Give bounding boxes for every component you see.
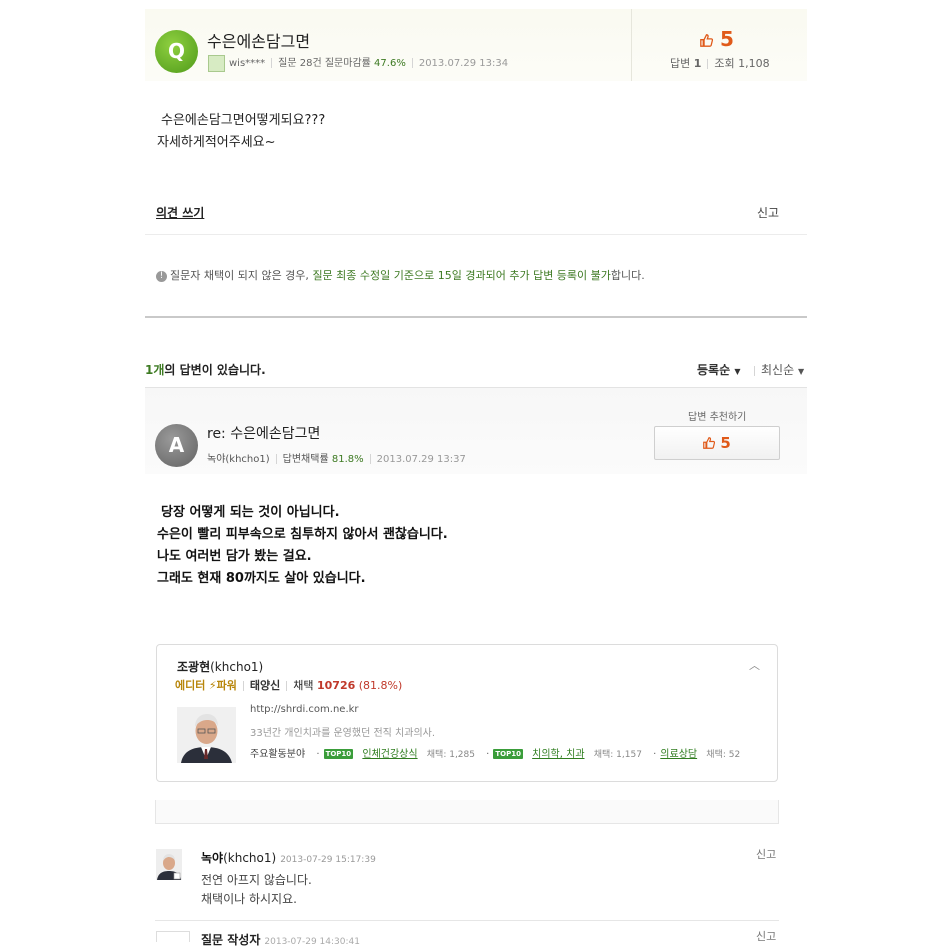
header-divider (631, 9, 632, 81)
answer-recommend-count: 5 (720, 434, 731, 452)
question-stats: 질문 28건 질문마감률 (278, 58, 371, 69)
thumbs-up-icon (703, 437, 716, 449)
comment-author-id: (khcho1) (223, 851, 277, 865)
answer-badge-icon: A (155, 424, 198, 467)
answer-meta: 녹야(khcho1) 답변채택률 81.8% 2013.07.29 13:37 (207, 450, 466, 465)
profile-description: 33년간 개인치과를 운영했던 전직 치과의사. (250, 728, 436, 739)
collapse-chevron-icon[interactable]: ︿ (749, 657, 760, 673)
profile-photo (177, 707, 236, 763)
answer-body: 당장 어떻게 되는 것이 아닙니다. 수은이 빨리 피부속으로 침투하지 않아서… (157, 502, 448, 590)
bullet: · (316, 749, 320, 760)
field-adopt: 채택: 1,157 (593, 750, 642, 760)
person-portrait-icon (177, 707, 236, 763)
notice-prefix: 질문자 채택이 되지 않은 경우, (170, 269, 309, 282)
notice-suffix: 합니다. (610, 269, 645, 282)
answer-body-line: 그래도 현재 80까지도 살아 있습니다. (157, 571, 366, 586)
notice-text: ! 질문자 채택이 되지 않은 경우, 질문 최종 수정일 기준으로 15일 경과… (156, 267, 645, 283)
question-recommend-count: 5 (719, 27, 734, 51)
info-icon: ! (156, 270, 167, 282)
top10-badge: TOP10 (493, 749, 523, 759)
answer-author[interactable]: 녹야(khcho1) (207, 454, 270, 465)
comment-line: 전연 아프지 않습니다. (201, 873, 312, 887)
section-divider (145, 316, 807, 318)
answer-adopt-rate: 81.8% (331, 454, 364, 465)
user-avatar-icon (208, 54, 225, 72)
person-portrait-icon (156, 849, 182, 880)
question-badge-icon: Q (155, 30, 198, 73)
field-link[interactable]: 치의학, 치과 (532, 749, 584, 760)
question-body-line: 수은에손담그면어떻게되요??? (161, 113, 326, 128)
comment-area (155, 800, 779, 824)
report-question-link[interactable]: 신고 (757, 204, 779, 221)
answers-count: 1 (693, 57, 702, 70)
commenter-avatar (156, 849, 182, 880)
profile-tier: 태양신 (249, 679, 281, 692)
sort-latest-label: 최신순 (761, 363, 795, 377)
views-label: 조회 (714, 57, 735, 70)
question-date: 2013.07.29 13:34 (418, 58, 509, 69)
answers-count-number: 1개 (145, 363, 165, 377)
comment-text: 전연 아프지 않습니다. 채택이나 하시지요. (201, 871, 312, 909)
divider (145, 234, 807, 235)
answers-count-heading: 1개의 답변이 있습니다. (145, 361, 266, 378)
sort-registered-label: 등록순 (697, 363, 731, 377)
answers-label: 답변 (670, 57, 691, 70)
profile-display-name: 조광현 (177, 660, 211, 674)
dropdown-arrow-icon: ▼ (797, 367, 805, 376)
power-badge: 파워 (216, 679, 237, 692)
report-comment-link[interactable]: 신고 (756, 846, 776, 862)
sort-latest-button[interactable]: 최신순 ▼ (754, 361, 805, 378)
comment-author-name: 녹야 (201, 851, 224, 865)
question-close-rate: 47.6% (374, 58, 406, 69)
profile-rank: 에디터 ⚡파워 태양신 채택 10726 (81.8%) (175, 677, 402, 693)
answer-date: 2013.07.29 13:37 (376, 454, 466, 465)
answer-adopt-label: 답변채택률 (282, 454, 329, 465)
editor-badge: 에디터 (175, 679, 206, 692)
answer-body-line: 나도 여러번 담가 봤는 걸요. (157, 549, 312, 564)
write-opinion-link[interactable]: 의견 쓰기 (156, 204, 204, 221)
field-link[interactable]: 의료상담 (660, 749, 697, 760)
comment-author[interactable]: 질문 작성자 2013-07-29 14:30:41 (201, 931, 360, 948)
notice-highlight: 질문 최종 수정일 기준으로 15일 경과되어 추가 답변 등록이 불가 (312, 269, 611, 282)
profile-adopt-label: 채택 (293, 679, 314, 692)
profile-name[interactable]: 조광현(khcho1) (177, 658, 263, 675)
field-link[interactable]: 인체건강상식 (362, 749, 417, 760)
question-body-line: 자세하게적어주세요~ (157, 135, 276, 150)
answers-count-suffix: 의 답변이 있습니다. (164, 363, 266, 377)
bullet: · (653, 749, 657, 760)
profile-fields: 주요활동분야 · TOP10 인체건강상식 채택: 1,285 · TOP10 치의… (250, 745, 740, 760)
fields-label: 주요활동분야 (250, 749, 306, 760)
profile-id: (khcho1) (210, 660, 264, 674)
question-meta: wis**** 질문 28건 질문마감률 47.6% 2013.07.29 13:3… (208, 54, 508, 72)
comment-time: 2013-07-29 15:17:39 (280, 855, 376, 865)
profile-adopt-count: 10726 (316, 679, 356, 692)
recommend-label: 답변 추천하기 (688, 412, 747, 423)
comment-author-name: 질문 작성자 (201, 933, 261, 947)
question-author[interactable]: wis**** (229, 58, 265, 69)
profile-url-link[interactable]: http://shrdi.com.ne.kr (250, 704, 359, 715)
bullet: · (486, 749, 490, 760)
answer-body-line: 당장 어떻게 되는 것이 아닙니다. (161, 505, 340, 520)
answer-title: re: 수은에손담그면 (207, 426, 321, 442)
power-icon: ⚡ (208, 679, 217, 692)
commenter-avatar (156, 931, 190, 942)
recommend-answer-button[interactable]: 5 (654, 426, 780, 460)
dropdown-arrow-icon: ▼ (734, 367, 741, 376)
field-adopt: 채택: 1,285 (426, 750, 475, 760)
question-recommend[interactable]: 5 (700, 27, 734, 51)
comment-author[interactable]: 녹야(khcho1) 2013-07-29 15:17:39 (201, 849, 376, 866)
answer-body-line: 수은이 빨리 피부속으로 침투하지 않아서 괜찮습니다. (157, 527, 448, 542)
thumbs-up-icon (700, 34, 714, 47)
sort-registered-button[interactable]: 등록순 ▼ (697, 361, 740, 378)
question-stats-box: 답변 1 조회 1,108 (670, 55, 770, 71)
profile-adopt-pct: (81.8%) (358, 679, 403, 692)
divider (155, 920, 779, 921)
top10-badge: TOP10 (323, 749, 354, 759)
comment-line: 채택이나 하시지요. (201, 892, 297, 906)
field-adopt: 채택: 52 (706, 750, 741, 760)
question-title: 수은에손담그면 (207, 32, 311, 51)
report-comment-link[interactable]: 신고 (756, 928, 776, 944)
views-count: 1,108 (738, 57, 770, 70)
question-body: 수은에손담그면어떻게되요??? 자세하게적어주세요~ (157, 110, 325, 154)
